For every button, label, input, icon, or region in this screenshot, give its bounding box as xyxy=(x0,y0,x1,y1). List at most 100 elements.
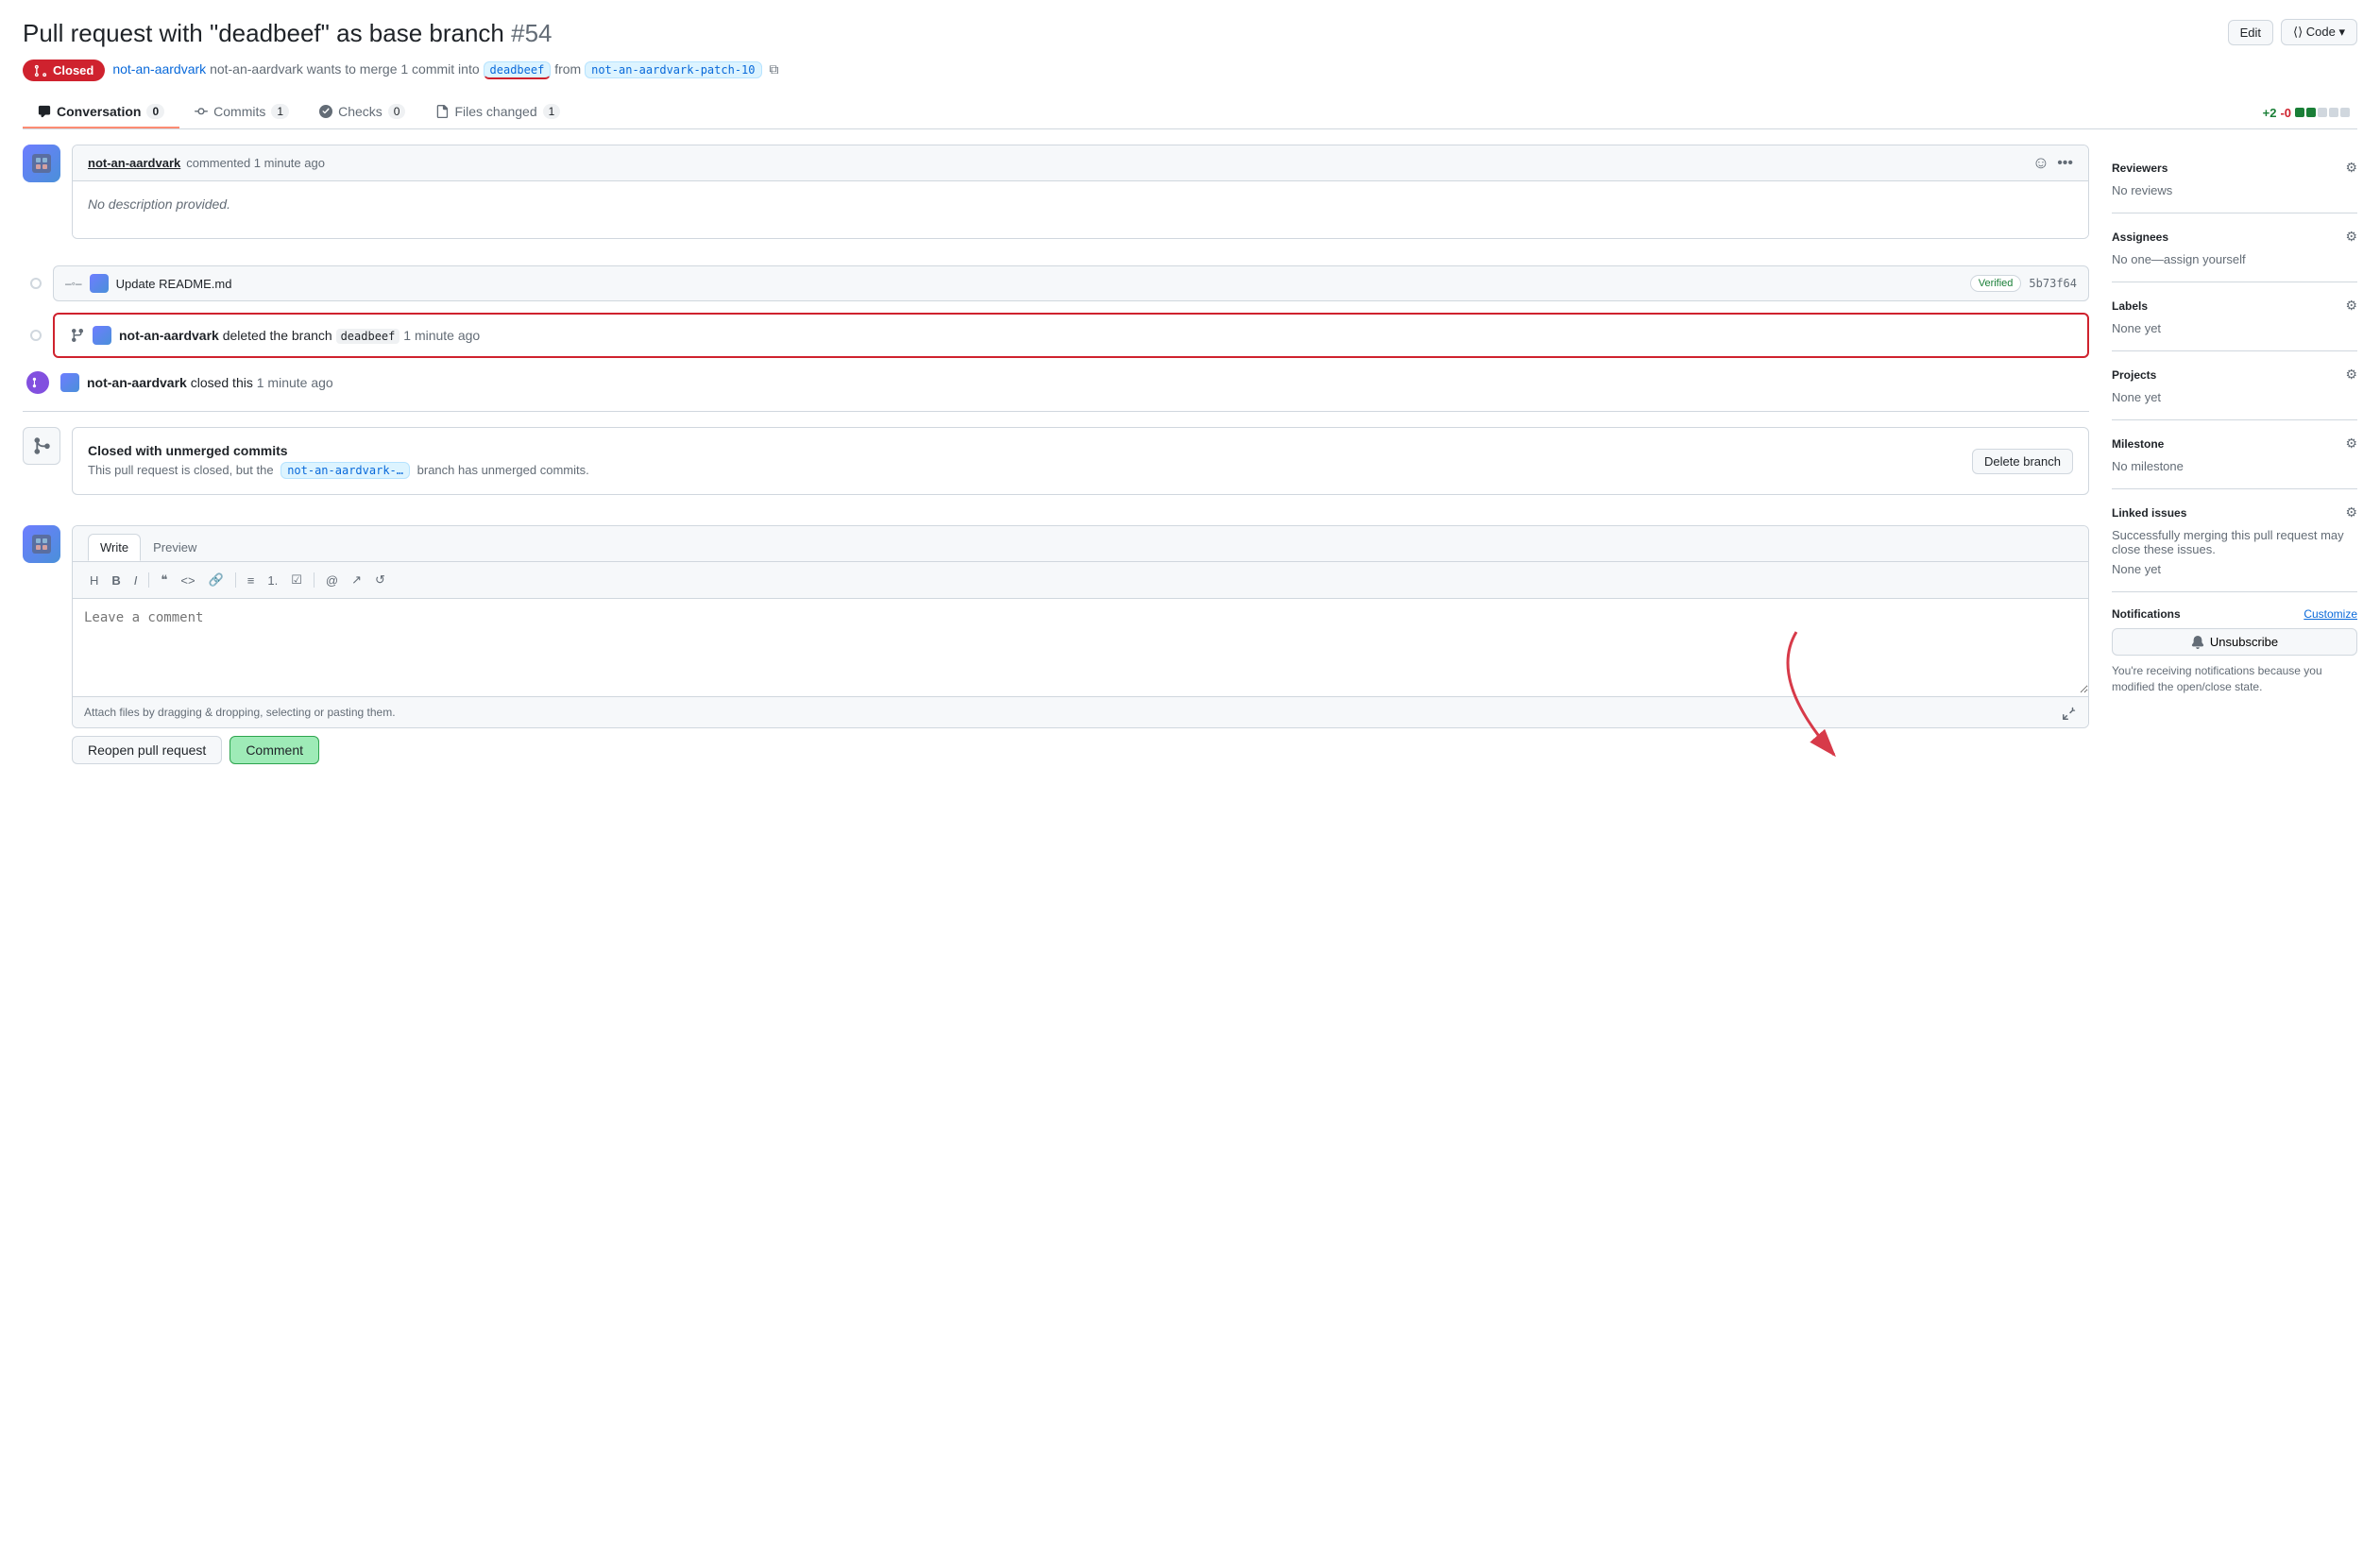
mention-button[interactable]: @ xyxy=(320,571,344,590)
deleted-branch-name: deadbeef xyxy=(336,329,400,344)
head-branch-tag[interactable]: not-an-aardvark-patch-10 xyxy=(585,61,761,78)
header-buttons: Edit ⟨⟩ Code ▾ xyxy=(2228,19,2357,45)
tab-commits-count: 1 xyxy=(271,104,289,119)
unmerged-branch[interactable]: not-an-aardvark-… xyxy=(280,462,410,479)
write-comment-section: Write Preview H B I ❝ <> 🔗 ≡ 1. xyxy=(23,525,2089,764)
comment-body: No description provided. xyxy=(73,181,2088,238)
pr-title: Pull request with "deadbeef" as base bra… xyxy=(23,19,552,48)
commit-hash: 5b73f64 xyxy=(2029,277,2077,290)
diff-block-4 xyxy=(2329,108,2338,117)
merge-icon-box xyxy=(23,427,60,465)
comment-container: not-an-aardvark commented 1 minute ago ☺… xyxy=(72,145,2089,254)
milestone-gear[interactable]: ⚙ xyxy=(2345,435,2357,452)
task-list-button[interactable]: ☑ xyxy=(285,570,308,590)
linked-issues-value: None yet xyxy=(2112,562,2357,576)
commit-avatar xyxy=(90,274,109,293)
labels-section: Labels ⚙ None yet xyxy=(2112,282,2357,351)
reopen-button[interactable]: Reopen pull request xyxy=(72,736,222,764)
quote-button[interactable]: ❝ xyxy=(155,570,173,590)
toolbar-sep-2 xyxy=(235,572,236,588)
projects-title: Projects xyxy=(2112,368,2156,382)
tab-commits-label: Commits xyxy=(213,104,265,119)
ref-button[interactable]: ↗ xyxy=(346,570,367,590)
link-button[interactable]: 🔗 xyxy=(203,570,230,590)
notifications-customize-link[interactable]: Customize xyxy=(2304,607,2357,621)
conversation-icon xyxy=(38,105,51,118)
undo-button[interactable]: ↺ xyxy=(369,570,391,590)
separator xyxy=(23,411,2089,412)
main-layout: not-an-aardvark commented 1 minute ago ☺… xyxy=(23,145,2357,764)
comment-author-link[interactable]: not-an-aardvark xyxy=(88,156,180,170)
copy-branch-icon[interactable]: ⧉ xyxy=(769,61,778,77)
comment-box: not-an-aardvark commented 1 minute ago ☺… xyxy=(72,145,2089,239)
closed-actor: not-an-aardvark xyxy=(87,375,187,390)
comment-header: not-an-aardvark commented 1 minute ago ☺… xyxy=(73,145,2088,181)
assignees-header: Assignees ⚙ xyxy=(2112,229,2357,245)
reviewers-title: Reviewers xyxy=(2112,162,2168,175)
assignees-gear[interactable]: ⚙ xyxy=(2345,229,2357,245)
branch-icon xyxy=(70,328,85,343)
linked-issues-desc: Successfully merging this pull request m… xyxy=(2112,528,2357,556)
toolbar: H B I ❝ <> 🔗 ≡ 1. ☑ @ ↗ ↺ xyxy=(73,562,2088,599)
edit-button[interactable]: Edit xyxy=(2228,20,2273,45)
closed-avatar xyxy=(60,373,79,392)
projects-value: None yet xyxy=(2112,390,2357,404)
sidebar: Reviewers ⚙ No reviews Assignees ⚙ No on… xyxy=(2112,145,2357,764)
unordered-list-button[interactable]: ≡ xyxy=(242,571,261,590)
delete-branch-button[interactable]: Delete branch xyxy=(1972,449,2073,474)
projects-gear[interactable]: ⚙ xyxy=(2345,367,2357,383)
comment-header-right: ☺ ••• xyxy=(2032,153,2073,173)
write-tab[interactable]: Write xyxy=(88,534,141,561)
status-badge: Closed xyxy=(23,60,105,81)
commenter-avatar xyxy=(23,145,60,182)
delete-branch-timeline-item: not-an-aardvark deleted the branch deadb… xyxy=(23,313,2089,358)
comment-section: not-an-aardvark commented 1 minute ago ☺… xyxy=(23,145,2089,254)
diff-block-5 xyxy=(2340,108,2350,117)
delete-branch-dot xyxy=(30,330,42,341)
diff-block-1 xyxy=(2295,108,2304,117)
ordered-list-button[interactable]: 1. xyxy=(262,571,283,590)
comment-textarea[interactable] xyxy=(73,599,2088,693)
action-area: Reopen pull request Comment xyxy=(72,736,2089,764)
tab-commits[interactable]: Commits 1 xyxy=(179,96,304,128)
verified-badge: Verified xyxy=(1970,275,2022,292)
attach-text: Attach files by dragging & dropping, sel… xyxy=(84,706,396,719)
status-author-link[interactable]: not-an-aardvark xyxy=(112,61,206,77)
closed-icon xyxy=(26,371,49,394)
closed-time: 1 minute ago xyxy=(257,375,333,390)
tabs-bar: Conversation 0 Commits 1 Checks 0 Files … xyxy=(23,96,2357,129)
reviewers-value: No reviews xyxy=(2112,183,2357,197)
italic-button[interactable]: I xyxy=(128,571,144,590)
base-branch-tag[interactable]: deadbeef xyxy=(484,61,552,79)
tab-files-changed-label: Files changed xyxy=(454,104,536,119)
code-button[interactable]: ⟨⟩ Code ▾ xyxy=(2281,19,2357,45)
emoji-react-button[interactable]: ☺ xyxy=(2032,153,2049,173)
notifications-header: Notifications Customize xyxy=(2112,607,2357,621)
reviewers-header: Reviewers ⚙ xyxy=(2112,160,2357,176)
tab-checks[interactable]: Checks 0 xyxy=(304,96,420,128)
unsubscribe-button[interactable]: Unsubscribe xyxy=(2112,628,2357,656)
linked-issues-gear[interactable]: ⚙ xyxy=(2345,504,2357,521)
diff-block-3 xyxy=(2318,108,2327,117)
more-options-button[interactable]: ••• xyxy=(2057,155,2073,172)
fullscreen-icon[interactable] xyxy=(2062,705,2077,720)
diff-add: +2 xyxy=(2263,106,2277,120)
heading-button[interactable]: H xyxy=(84,571,104,590)
preview-tab[interactable]: Preview xyxy=(141,534,209,561)
delete-branch-time: 1 minute ago xyxy=(403,328,480,343)
comment-button[interactable]: Comment xyxy=(230,736,319,764)
unmerged-box: Closed with unmerged commits This pull r… xyxy=(72,427,2089,495)
notifications-section: Notifications Customize Unsubscribe You'… xyxy=(2112,592,2357,710)
code-button-toolbar[interactable]: <> xyxy=(175,571,200,590)
assignees-title: Assignees xyxy=(2112,230,2168,244)
commit-icon: –◦– xyxy=(65,277,82,290)
labels-gear[interactable]: ⚙ xyxy=(2345,298,2357,314)
tab-files-changed[interactable]: Files changed 1 xyxy=(420,96,575,128)
bell-icon xyxy=(2191,636,2204,649)
diff-bar xyxy=(2295,108,2350,117)
closed-item: not-an-aardvark closed this 1 minute ago xyxy=(60,369,2089,396)
bold-button[interactable]: B xyxy=(106,571,126,590)
checks-icon xyxy=(319,105,332,118)
tab-conversation[interactable]: Conversation 0 xyxy=(23,96,179,128)
reviewers-gear[interactable]: ⚙ xyxy=(2345,160,2357,176)
